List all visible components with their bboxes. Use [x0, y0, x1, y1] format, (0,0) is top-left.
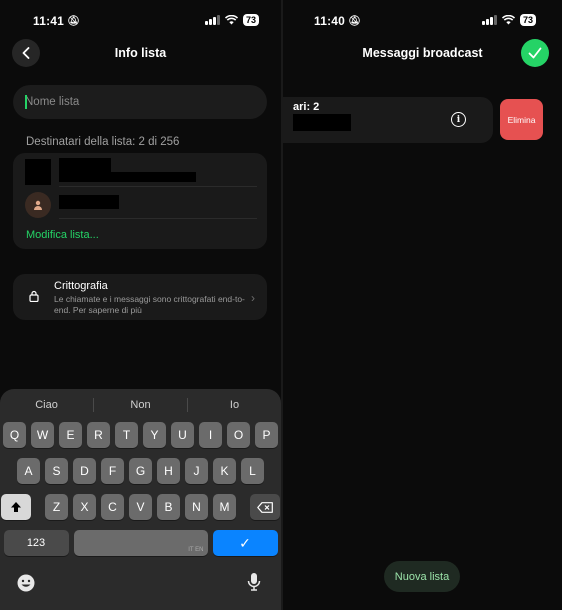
text-cursor: [25, 95, 27, 109]
encryption-description: Le chiamate e i messaggi sono crittograf…: [54, 294, 245, 315]
wifi-icon: [224, 15, 238, 25]
key-row-2: A S D F G H J K L: [0, 458, 281, 484]
edit-list-link[interactable]: Modifica lista...: [26, 229, 99, 241]
keyboard: Ciao Non Io Q W E R T Y U I O P A S D F …: [0, 389, 281, 610]
key[interactable]: H: [157, 458, 180, 484]
key[interactable]: R: [87, 422, 110, 448]
chevron-right-icon: ›: [251, 291, 255, 305]
backspace-icon: [257, 501, 273, 513]
avatar: [25, 159, 51, 185]
key[interactable]: Q: [3, 422, 26, 448]
suggestion-bar: Ciao Non Io: [0, 395, 281, 415]
new-list-button[interactable]: Nuova lista: [384, 561, 460, 592]
key[interactable]: W: [31, 422, 54, 448]
broadcast-list-item[interactable]: ari: 2 i: [283, 97, 493, 143]
suggestion-item[interactable]: Io: [188, 395, 281, 415]
key[interactable]: Z: [45, 494, 68, 520]
info-lista-screen: 11:41 🔕︎ 73 Info lista Nome lista Destina…: [0, 0, 281, 610]
key[interactable]: M: [213, 494, 236, 520]
suggestion-item[interactable]: Ciao: [0, 395, 93, 415]
key[interactable]: S: [45, 458, 68, 484]
list-name-placeholder: Nome lista: [25, 96, 80, 108]
shift-key[interactable]: [1, 494, 31, 520]
key[interactable]: C: [101, 494, 124, 520]
key[interactable]: V: [129, 494, 152, 520]
lock-icon: [29, 290, 39, 302]
wifi-icon: [501, 15, 515, 25]
key[interactable]: B: [157, 494, 180, 520]
key[interactable]: L: [241, 458, 264, 484]
key[interactable]: X: [73, 494, 96, 520]
numbers-key[interactable]: 123: [3, 530, 69, 556]
microphone-icon[interactable]: [247, 572, 261, 597]
encryption-title: Crittografia: [54, 280, 108, 292]
page-title: Info lista: [114, 46, 167, 60]
key[interactable]: T: [115, 422, 138, 448]
redacted-name: [59, 195, 119, 209]
key[interactable]: K: [213, 458, 236, 484]
keyboard-language-label: IT EN: [188, 547, 204, 553]
key[interactable]: O: [227, 422, 250, 448]
avatar: [25, 192, 51, 218]
bell-muted-icon: 🔕︎: [348, 16, 361, 27]
done-button[interactable]: [521, 39, 549, 67]
redacted-detail: [293, 114, 351, 131]
key[interactable]: I: [199, 422, 222, 448]
list-name-input[interactable]: Nome lista: [13, 85, 267, 119]
list-item-recipients: ari: 2: [293, 101, 320, 113]
checkmark-icon: [528, 47, 542, 59]
signal-icon: [205, 15, 220, 25]
done-key[interactable]: ✓: [212, 530, 278, 556]
key[interactable]: P: [255, 422, 278, 448]
key-row-1: Q W E R T Y U I O P: [0, 422, 281, 448]
shift-icon: [11, 502, 21, 512]
row-divider: [59, 218, 257, 219]
key[interactable]: A: [17, 458, 40, 484]
emoji-icon[interactable]: [16, 573, 36, 598]
redacted-detail: [59, 172, 196, 182]
signal-icon: [482, 15, 497, 25]
status-time: 11:41: [33, 14, 65, 28]
encryption-row[interactable]: Crittografia Le chiamate e i messaggi so…: [13, 274, 267, 320]
key[interactable]: U: [171, 422, 194, 448]
delete-button[interactable]: Elimina: [500, 99, 543, 140]
key[interactable]: D: [73, 458, 96, 484]
key[interactable]: E: [59, 422, 82, 448]
suggestion-item[interactable]: Non: [94, 395, 187, 415]
recipients-card: Modifica lista...: [13, 153, 267, 249]
key[interactable]: F: [101, 458, 124, 484]
row-divider: [59, 186, 257, 187]
status-bar: 11:40 🔕︎ 73: [283, 12, 562, 30]
bell-muted-icon: 🔕︎: [67, 16, 80, 27]
status-time: 11:40: [314, 14, 346, 28]
status-bar: 11:41 🔕︎ 73: [0, 12, 281, 30]
battery-indicator: 73: [242, 14, 259, 26]
space-key[interactable]: IT EN: [73, 530, 208, 556]
info-icon[interactable]: i: [451, 112, 466, 127]
battery-indicator: 73: [519, 14, 536, 26]
broadcast-messages-screen: 11:40 🔕︎ 73 Messaggi broadcast ari: 2 i E…: [283, 0, 562, 610]
key-row-4: 123 IT EN ✓: [0, 530, 281, 556]
key[interactable]: Y: [143, 422, 166, 448]
key-row-3: Z X C V B N M: [0, 494, 281, 520]
key[interactable]: N: [185, 494, 208, 520]
recipient-row[interactable]: [13, 155, 267, 188]
key[interactable]: J: [185, 458, 208, 484]
person-icon: [34, 200, 42, 210]
recipient-row[interactable]: [13, 188, 267, 221]
key[interactable]: G: [129, 458, 152, 484]
redacted-name: [59, 158, 111, 172]
recipients-count-label: Destinatari della lista: 2 di 256: [26, 136, 180, 148]
delete-key[interactable]: [250, 494, 280, 520]
